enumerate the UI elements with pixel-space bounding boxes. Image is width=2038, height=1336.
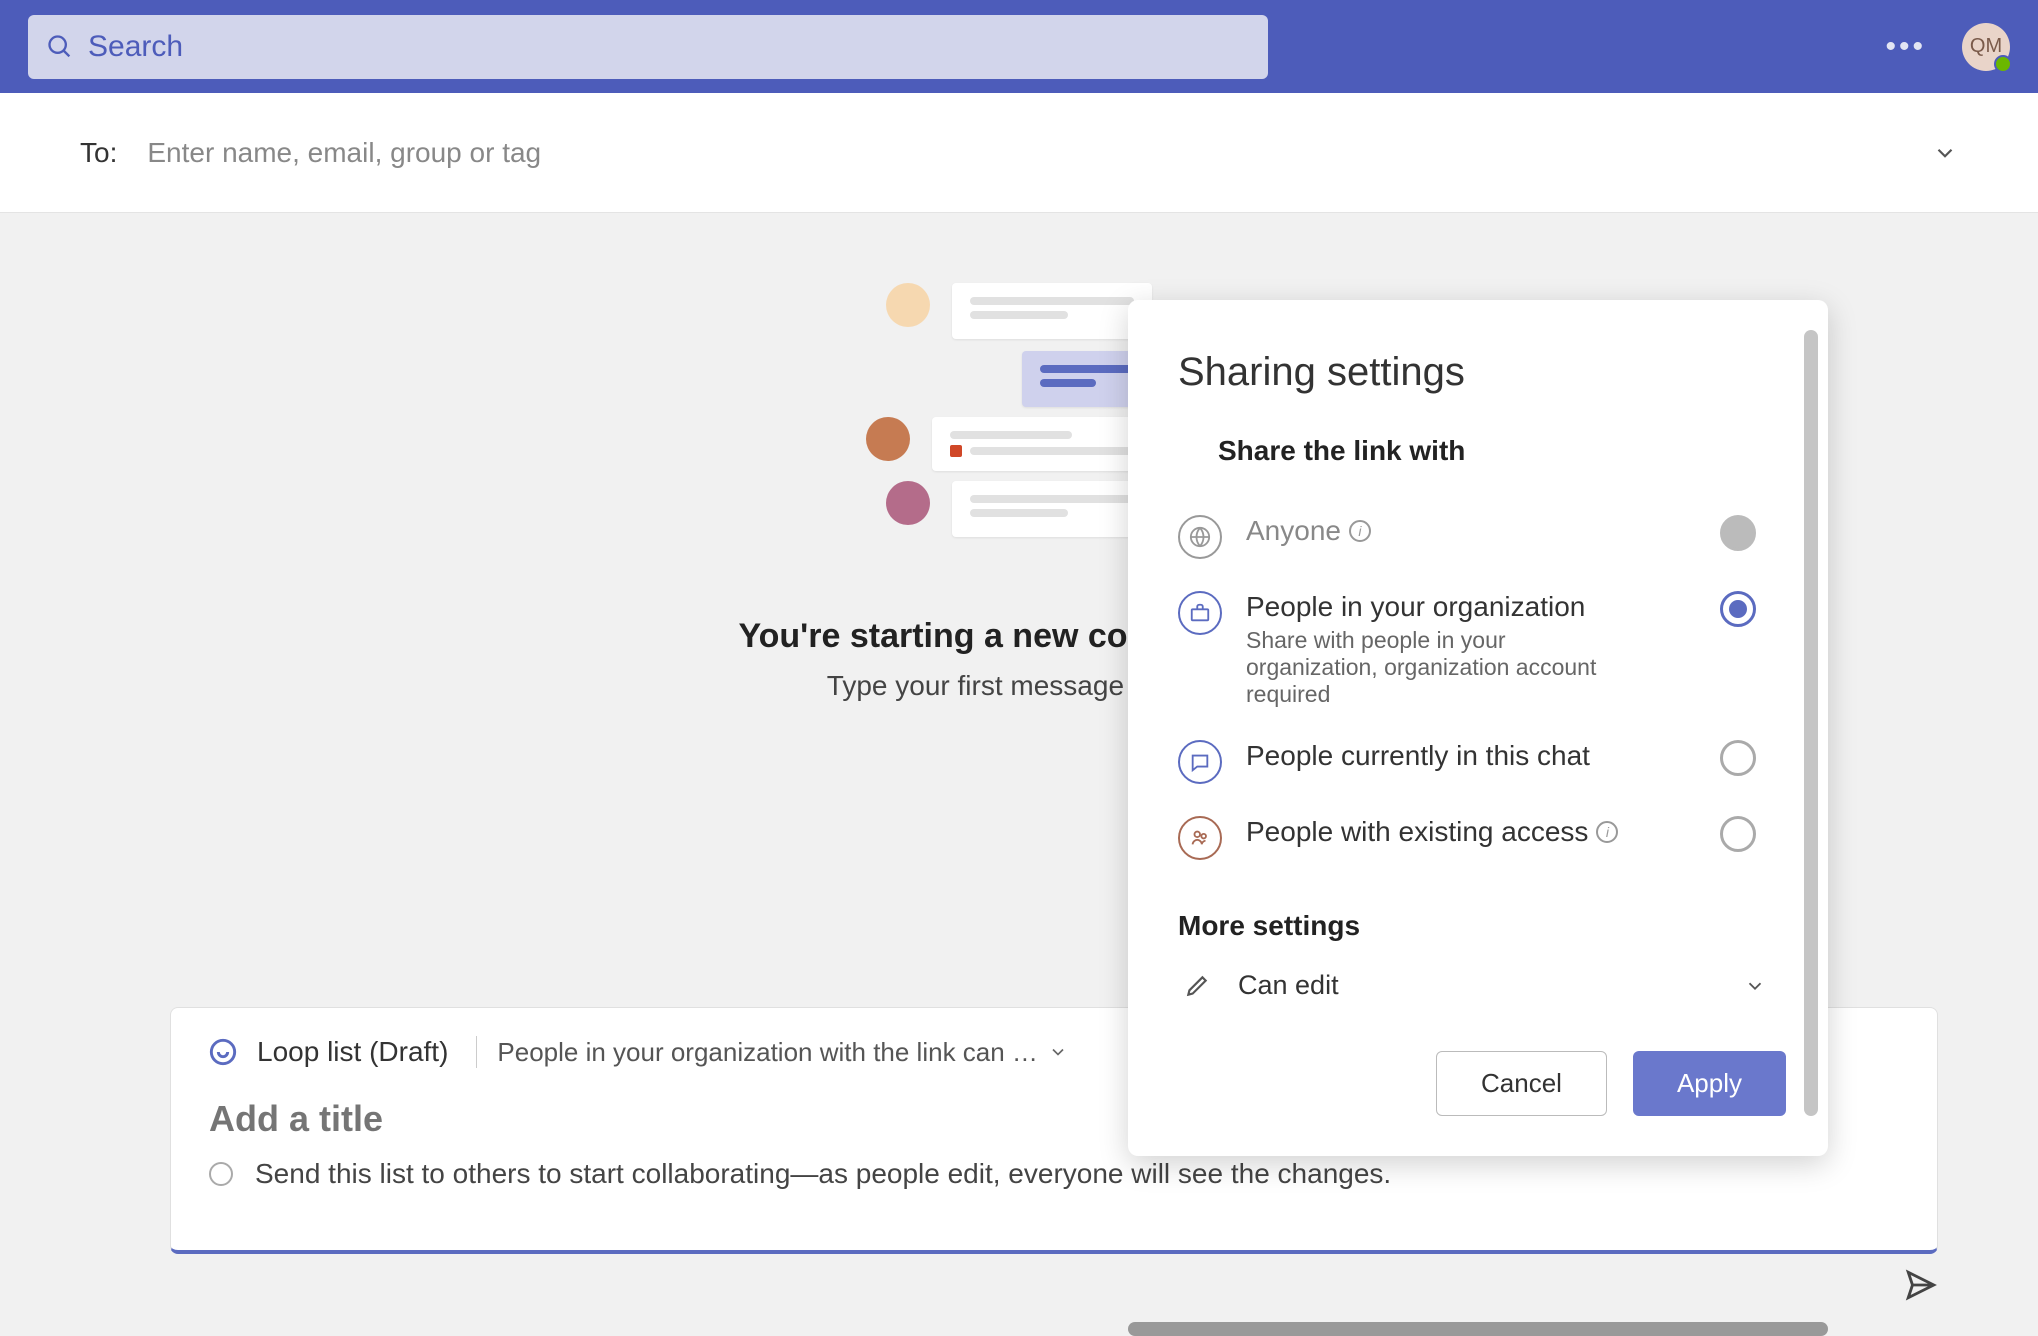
radio-anyone <box>1720 515 1756 551</box>
cancel-button[interactable]: Cancel <box>1436 1051 1607 1116</box>
to-input[interactable]: Enter name, email, group or tag <box>147 137 541 169</box>
radio-existing[interactable] <box>1720 816 1756 852</box>
title-bar: Search ••• QM <box>0 0 2038 93</box>
sharing-settings-popover: Sharing settings Share the link with Any… <box>1128 300 1828 1156</box>
popover-title: Sharing settings <box>1178 350 1786 395</box>
vertical-scrollbar[interactable] <box>1804 330 1818 1116</box>
share-option-chat[interactable]: People currently in this chat <box>1178 724 1786 800</box>
search-box[interactable]: Search <box>28 15 1268 79</box>
pencil-icon <box>1184 973 1210 999</box>
to-label: To: <box>80 137 117 169</box>
more-settings-label: More settings <box>1178 910 1786 942</box>
loop-permission-summary[interactable]: People in your organization with the lin… <box>497 1037 1068 1068</box>
share-option-existing[interactable]: People with existing access i <box>1178 800 1786 876</box>
user-avatar[interactable]: QM <box>1962 23 2010 71</box>
loop-icon <box>209 1038 237 1066</box>
chat-icon <box>1178 740 1222 784</box>
loop-list-item[interactable]: Send this list to others to start collab… <box>209 1158 1899 1190</box>
share-with-label: Share the link with <box>1218 435 1786 467</box>
more-icon[interactable]: ••• <box>1885 30 1926 64</box>
option-org-desc: Share with people in your organization, … <box>1246 627 1606 708</box>
option-anyone-label: Anyone <box>1246 515 1341 547</box>
chevron-down-icon <box>1932 140 1958 166</box>
avatar-initials: QM <box>1970 35 2002 58</box>
share-option-anyone: Anyone i <box>1178 499 1786 575</box>
permission-dropdown[interactable]: Can edit <box>1178 960 1786 1011</box>
presence-badge-icon <box>1994 55 2012 73</box>
option-existing-label: People with existing access <box>1246 816 1588 848</box>
info-icon[interactable]: i <box>1596 821 1618 843</box>
loop-badge: Loop list (Draft) <box>257 1036 477 1068</box>
search-icon <box>46 33 74 61</box>
briefcase-icon <box>1178 591 1222 635</box>
globe-icon <box>1178 515 1222 559</box>
people-icon <box>1178 816 1222 860</box>
radio-org[interactable] <box>1720 591 1756 627</box>
radio-icon[interactable] <box>209 1162 233 1186</box>
search-placeholder: Search <box>88 30 183 64</box>
info-icon[interactable]: i <box>1349 520 1371 542</box>
compose-to-row: To: Enter name, email, group or tag <box>0 93 2038 213</box>
share-option-org[interactable]: People in your organization Share with p… <box>1178 575 1786 724</box>
loop-item-hint: Send this list to others to start collab… <box>255 1158 1391 1190</box>
chevron-down-icon <box>1048 1042 1068 1062</box>
chevron-down-icon <box>1744 975 1766 997</box>
apply-button[interactable]: Apply <box>1633 1051 1786 1116</box>
option-org-label: People in your organization <box>1246 591 1696 623</box>
permission-value: Can edit <box>1238 970 1339 1001</box>
send-button[interactable] <box>1904 1268 1938 1302</box>
horizontal-scrollbar[interactable] <box>1128 1322 1828 1336</box>
expand-to-toggle[interactable] <box>1932 140 1958 166</box>
radio-chat[interactable] <box>1720 740 1756 776</box>
option-chat-label: People currently in this chat <box>1246 740 1696 772</box>
